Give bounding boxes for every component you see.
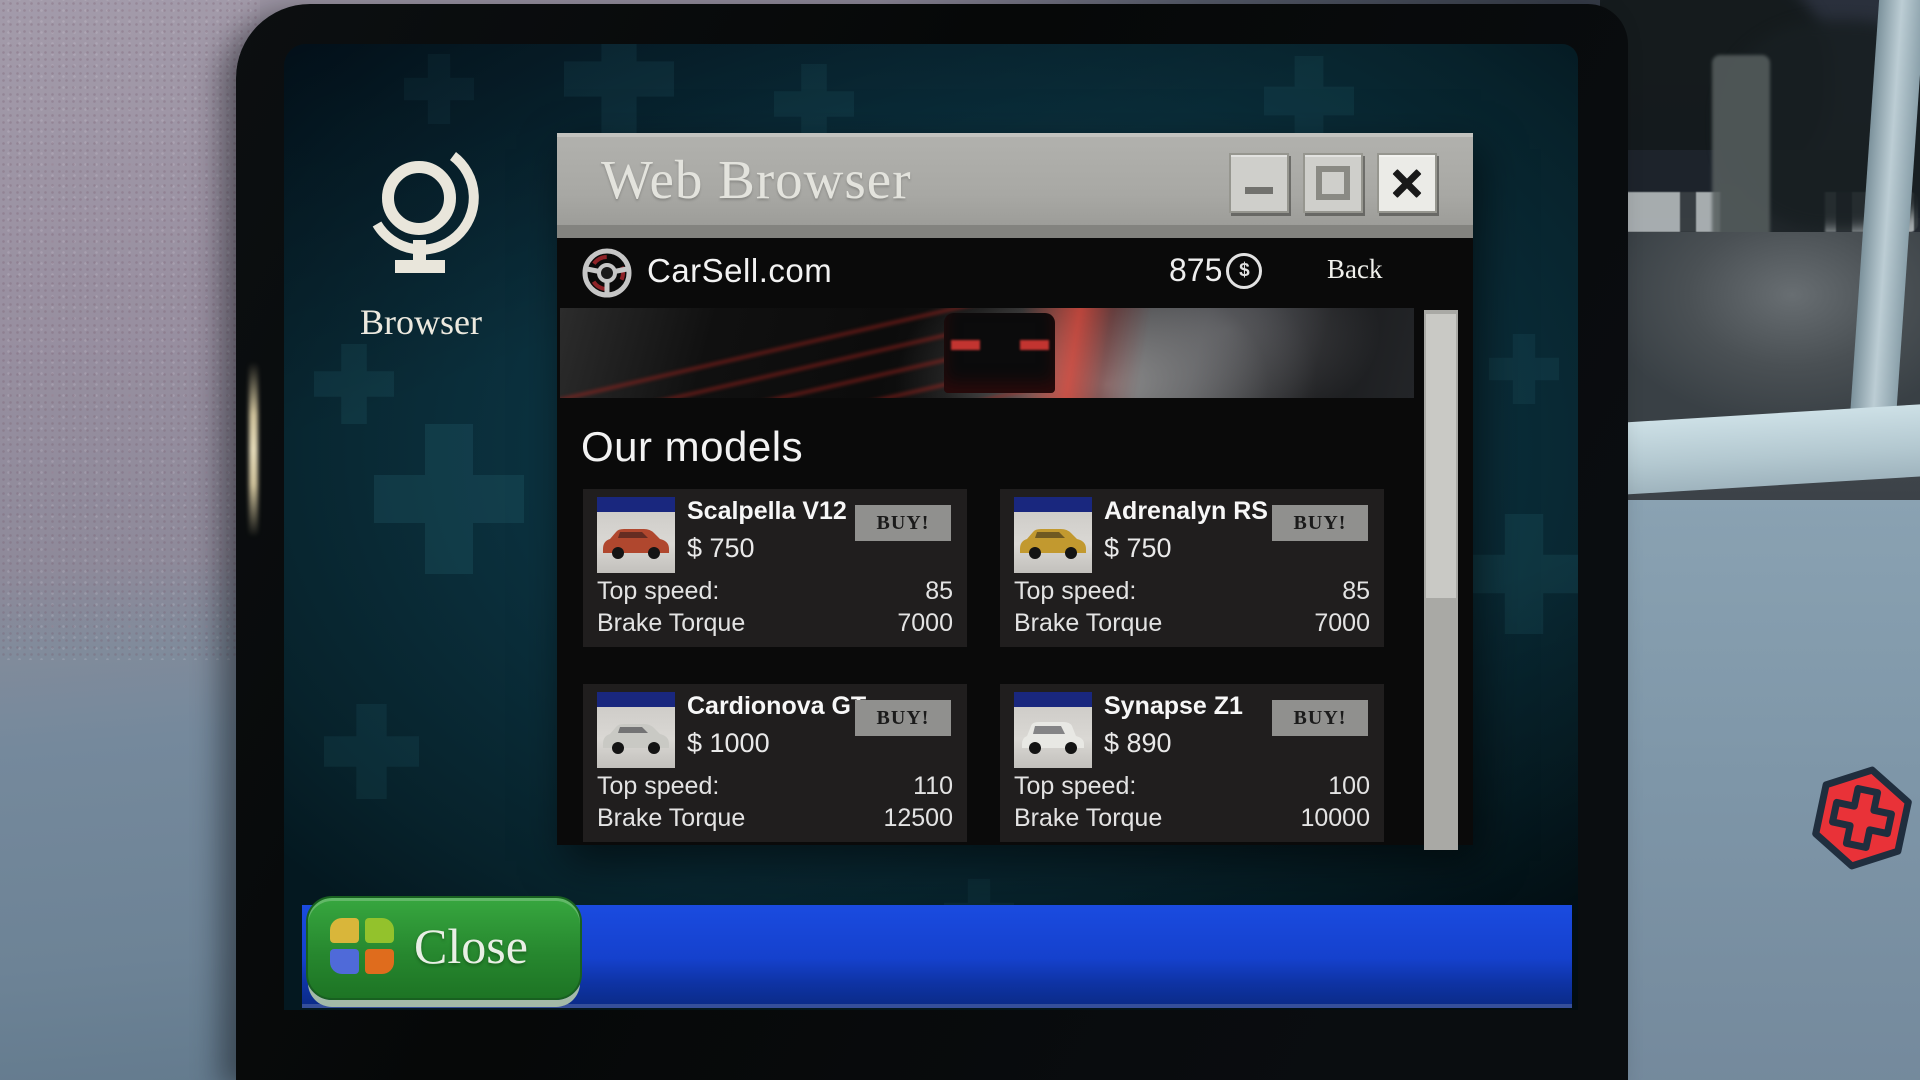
stat-row: Top speed: 85 <box>1014 577 1370 606</box>
stat-label: Top speed: <box>1014 772 1136 801</box>
maximize-icon <box>1316 166 1350 200</box>
buy-button[interactable]: BUY! <box>855 700 951 736</box>
window-title: Web Browser <box>601 137 912 223</box>
stat-value: 85 <box>1342 577 1370 606</box>
minimize-button[interactable] <box>1229 153 1289 213</box>
car-card: Scalpella V12 $ 750 BUY! Top speed: 85 B… <box>583 489 967 647</box>
car-price: $ 1000 <box>687 728 770 759</box>
stat-row: Top speed: 100 <box>1014 772 1370 801</box>
car-image <box>600 519 672 563</box>
desktop-icon-browser[interactable]: Browser <box>346 140 496 340</box>
stat-row: Brake Torque 12500 <box>597 804 953 833</box>
tree-trunk <box>1712 55 1770 250</box>
window-controls <box>1229 153 1437 213</box>
start-logo-icon <box>330 918 394 975</box>
stat-value: 85 <box>925 577 953 606</box>
buy-button[interactable]: BUY! <box>855 505 951 541</box>
stat-label: Top speed: <box>597 772 719 801</box>
stat-value: 7000 <box>897 609 953 638</box>
money-display: 875 $ <box>1169 252 1262 289</box>
logo-pane <box>330 949 359 974</box>
close-button-label: Close <box>414 898 528 994</box>
close-window-button[interactable] <box>1377 153 1437 213</box>
section-title: Our models <box>581 423 803 471</box>
logo-pane <box>330 918 359 943</box>
scrollbar-track <box>1424 310 1458 850</box>
car-thumbnail <box>597 692 675 768</box>
car-name: Synapse Z1 <box>1104 692 1243 721</box>
bezel-glare <box>249 362 258 537</box>
minimize-icon <box>1245 187 1273 194</box>
room-wall-left <box>0 0 260 1080</box>
desktop-icon-label: Browser <box>346 301 496 343</box>
stat-value: 10000 <box>1300 804 1370 833</box>
site-name: CarSell.com <box>647 252 832 290</box>
stat-value: 7000 <box>1314 609 1370 638</box>
car-thumbnail <box>1014 692 1092 768</box>
car-image <box>1017 519 1089 563</box>
car-card: Cardionova GT $ 1000 BUY! Top speed: 110… <box>583 684 967 842</box>
car-price: $ 750 <box>1104 533 1172 564</box>
window-titlebar: Web Browser <box>557 133 1473 225</box>
stat-value: 12500 <box>883 804 953 833</box>
stat-row: Brake Torque 7000 <box>597 609 953 638</box>
stat-label: Brake Torque <box>1014 609 1162 638</box>
car-thumbnail <box>1014 497 1092 573</box>
maximize-button[interactable] <box>1303 153 1363 213</box>
car-image <box>1017 714 1089 758</box>
close-icon <box>1390 166 1424 200</box>
alert-plus-icon[interactable] <box>1806 762 1918 874</box>
steering-wheel-logo <box>581 247 633 299</box>
stat-label: Brake Torque <box>597 804 745 833</box>
car-card: Synapse Z1 $ 890 BUY! Top speed: 100 Bra… <box>1000 684 1384 842</box>
stat-label: Brake Torque <box>597 609 745 638</box>
stat-label: Top speed: <box>597 577 719 606</box>
browser-content: CarSell.com 875 $ Back Our models <box>557 238 1473 845</box>
stat-value: 110 <box>913 772 953 801</box>
hero-banner-image <box>560 308 1414 398</box>
stat-label: Top speed: <box>1014 577 1136 606</box>
game-screenshot: Browser Web Browser Car <box>0 0 1920 1080</box>
hexagon-plus-icon <box>1806 762 1918 874</box>
money-amount: 875 <box>1169 252 1222 289</box>
buy-button[interactable]: BUY! <box>1272 700 1368 736</box>
scrollbar-thumb[interactable] <box>1426 314 1456 598</box>
stat-row: Top speed: 85 <box>597 577 953 606</box>
close-computer-button[interactable]: Close <box>306 896 582 1000</box>
stat-label: Brake Torque <box>1014 804 1162 833</box>
car-price: $ 750 <box>687 533 755 564</box>
titlebar-shadow-strip <box>557 225 1473 238</box>
site-header: CarSell.com 875 $ Back <box>557 238 1473 308</box>
car-card: Adrenalyn RS $ 750 BUY! Top speed: 85 Br… <box>1000 489 1384 647</box>
car-name: Adrenalyn RS <box>1104 497 1268 526</box>
browser-window: Web Browser CarSell.com 8 <box>557 133 1473 845</box>
car-price: $ 890 <box>1104 728 1172 759</box>
car-name: Scalpella V12 <box>687 497 847 526</box>
logo-pane <box>365 949 394 974</box>
stat-row: Brake Torque 7000 <box>1014 609 1370 638</box>
banner-car-silhouette <box>944 313 1055 392</box>
buy-button[interactable]: BUY! <box>1272 505 1368 541</box>
stat-row: Top speed: 110 <box>597 772 953 801</box>
car-thumbnail <box>597 497 675 573</box>
car-image <box>600 714 672 758</box>
coin-icon: $ <box>1226 253 1262 289</box>
stat-value: 100 <box>1328 772 1370 801</box>
globe-icon <box>357 140 485 290</box>
logo-pane <box>365 918 394 943</box>
back-button[interactable]: Back <box>1327 254 1382 285</box>
car-name: Cardionova GT <box>687 692 866 721</box>
stat-row: Brake Torque 10000 <box>1014 804 1370 833</box>
